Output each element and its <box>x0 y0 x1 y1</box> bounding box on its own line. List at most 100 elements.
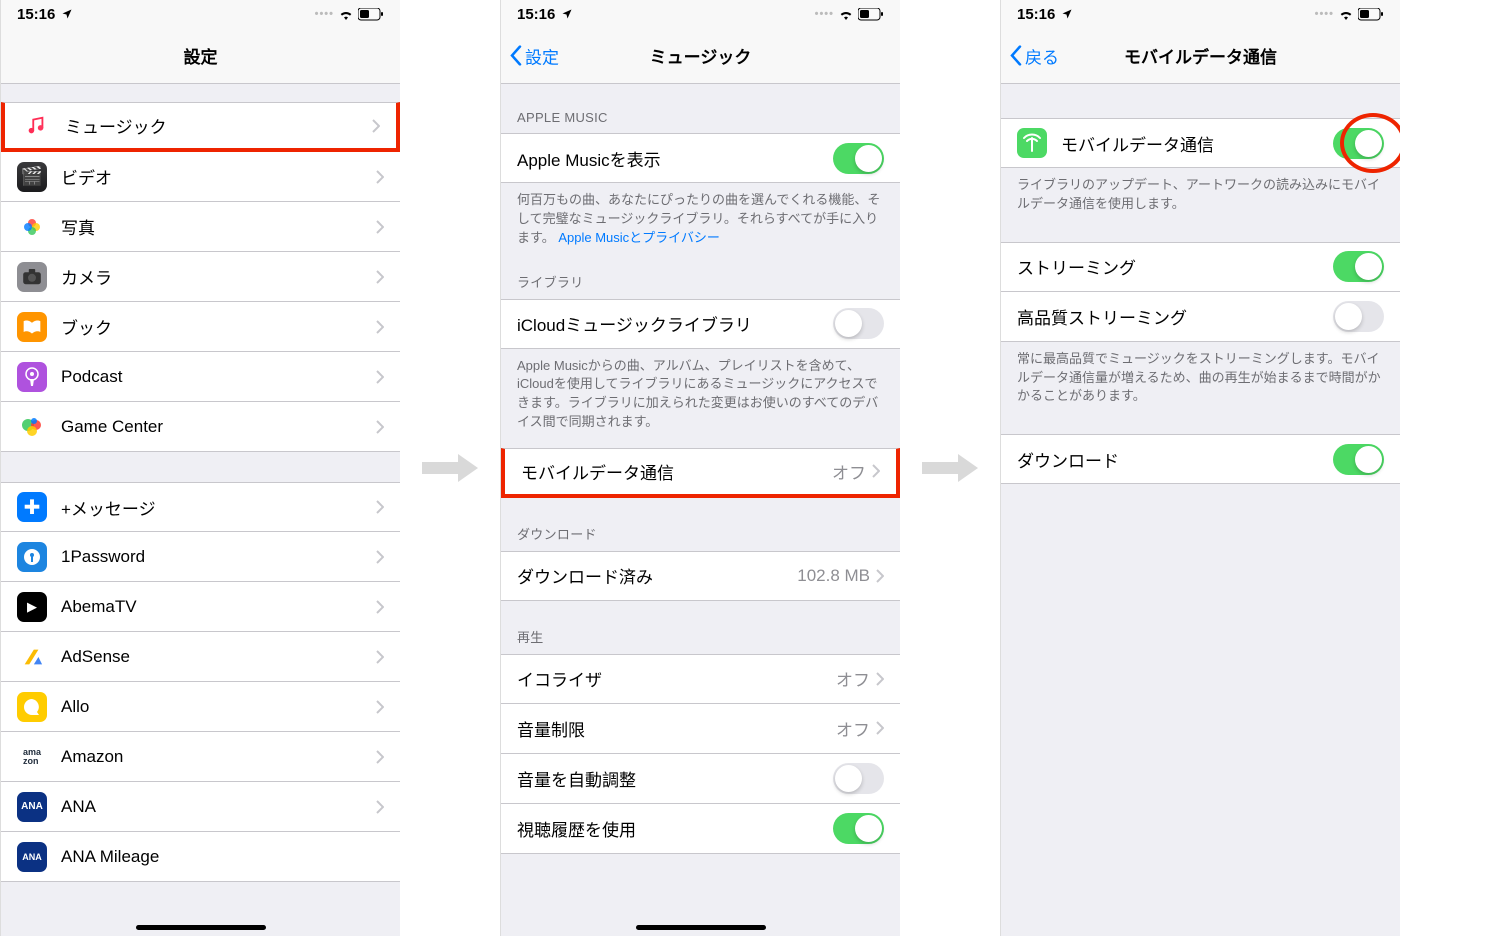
row-history[interactable]: 視聴履歴を使用 <box>501 804 900 854</box>
row-label: カメラ <box>61 264 376 289</box>
podcast-icon <box>17 362 47 392</box>
battery-icon <box>358 8 384 21</box>
chevron-right-icon <box>376 270 384 284</box>
toggle-icloud-library[interactable] <box>833 308 884 339</box>
row-show-apple-music[interactable]: Apple Musicを表示 <box>501 133 900 183</box>
row-label: ANA <box>61 797 376 817</box>
chevron-right-icon <box>876 672 884 686</box>
wifi-icon <box>838 8 854 20</box>
antenna-icon <box>1017 128 1047 158</box>
status-time: 15:16 <box>1017 6 1055 23</box>
row-ana[interactable]: ANA ANA <box>1 782 400 832</box>
footer-icloud: Apple Musicからの曲、アルバム、プレイリストを含めて、iCloudを使… <box>501 349 900 442</box>
row-download[interactable]: ダウンロード <box>1001 434 1400 484</box>
row-label: Podcast <box>61 367 376 387</box>
nav-bar: 設定 <box>1 28 400 84</box>
row-sound-check[interactable]: 音量を自動調整 <box>501 754 900 804</box>
footer-mobile-data: ライブラリのアップデート、アートワークの読み込みにモバイルデータ通信を使用します… <box>1001 168 1400 224</box>
row-label: iCloudミュージックライブラリ <box>517 311 833 336</box>
footer-hq: 常に最高品質でミュージックをストリーミングします。モバイルデータ通信量が増えるた… <box>1001 342 1400 417</box>
row-equalizer[interactable]: イコライザ オフ <box>501 654 900 704</box>
row-videos[interactable]: 🎬 ビデオ <box>1 152 400 202</box>
row-volume-limit[interactable]: 音量制限 オフ <box>501 704 900 754</box>
apple-music-privacy-link[interactable]: Apple Musicとプライバシー <box>558 230 720 245</box>
row-value: オフ <box>836 666 870 691</box>
chevron-right-icon <box>876 721 884 735</box>
toggle-mobile-data[interactable] <box>1333 128 1384 159</box>
row-camera[interactable]: カメラ <box>1 252 400 302</box>
row-value: オフ <box>832 459 866 484</box>
toggle-sound-check[interactable] <box>833 763 884 794</box>
chevron-right-icon <box>376 750 384 764</box>
row-streaming[interactable]: ストリーミング <box>1001 242 1400 292</box>
row-mobile-data[interactable]: モバイルデータ通信 オフ <box>501 448 900 498</box>
row-amazon[interactable]: amazon Amazon <box>1 732 400 782</box>
flow-arrow <box>400 0 500 936</box>
chevron-right-icon <box>376 370 384 384</box>
gamecenter-icon <box>17 412 47 442</box>
back-button[interactable]: 設定 <box>509 43 559 68</box>
status-time: 15:16 <box>17 6 55 23</box>
row-gamecenter[interactable]: Game Center <box>1 402 400 452</box>
row-label: ANA Mileage <box>61 847 384 867</box>
footer-apple-music: 何百万もの曲、あなたにぴったりの曲を選んでくれる機能、そして完璧なミュージックラ… <box>501 183 900 258</box>
page-title: モバイルデータ通信 <box>1124 43 1277 68</box>
row-1password[interactable]: 1Password <box>1 532 400 582</box>
wifi-icon <box>338 8 354 20</box>
status-bar: 15:16 •••• <box>1001 0 1400 28</box>
row-label: +メッセージ <box>61 495 376 520</box>
chevron-left-icon <box>509 46 523 66</box>
mobile-data-screen: 15:16 •••• 戻る モバイルデータ通信 モバイルデータ通信 ライブラリの… <box>1000 0 1400 936</box>
chevron-right-icon <box>376 800 384 814</box>
chevron-right-icon <box>872 464 880 478</box>
back-button[interactable]: 戻る <box>1009 43 1059 68</box>
row-books[interactable]: ブック <box>1 302 400 352</box>
row-music[interactable]: ミュージック <box>1 102 400 152</box>
row-label: イコライザ <box>517 666 836 691</box>
nav-bar: 戻る モバイルデータ通信 <box>1001 28 1400 84</box>
section-header-playback: 再生 <box>501 601 900 654</box>
chevron-right-icon <box>376 420 384 434</box>
toggle-history[interactable] <box>833 813 884 844</box>
settings-root-screen: 15:16 •••• 設定 ミュージック 🎬 ビデオ <box>0 0 400 936</box>
battery-icon <box>858 8 884 21</box>
abematv-icon: ▶ <box>17 592 47 622</box>
status-bar: 15:16 •••• <box>1 0 400 28</box>
chevron-right-icon <box>376 220 384 234</box>
row-label: モバイルデータ通信 <box>1061 131 1333 156</box>
row-allo[interactable]: Allo <box>1 682 400 732</box>
toggle-download[interactable] <box>1333 444 1384 475</box>
toggle-streaming[interactable] <box>1333 251 1384 282</box>
row-hq-streaming[interactable]: 高品質ストリーミング <box>1001 292 1400 342</box>
row-label: Game Center <box>61 417 376 437</box>
row-label: 視聴履歴を使用 <box>517 816 833 841</box>
row-downloaded[interactable]: ダウンロード済み 102.8 MB <box>501 551 900 601</box>
chevron-left-icon <box>1009 46 1023 66</box>
row-mobile-data-master[interactable]: モバイルデータ通信 <box>1001 118 1400 168</box>
videos-icon: 🎬 <box>17 162 47 192</box>
status-time: 15:16 <box>517 6 555 23</box>
ana-icon: ANA <box>17 792 47 822</box>
battery-icon <box>1358 8 1384 21</box>
row-photos[interactable]: 写真 <box>1 202 400 252</box>
row-podcast[interactable]: Podcast <box>1 352 400 402</box>
page-title: ミュージック <box>650 43 752 68</box>
chevron-right-icon <box>376 320 384 334</box>
home-indicator <box>636 925 766 930</box>
music-icon <box>21 111 51 141</box>
row-anamileage[interactable]: ANA ANA Mileage <box>1 832 400 882</box>
chevron-right-icon <box>376 650 384 664</box>
row-label: 音量制限 <box>517 716 836 741</box>
toggle-show-apple-music[interactable] <box>833 143 884 174</box>
toggle-hq-streaming[interactable] <box>1333 301 1384 332</box>
music-settings-screen: 15:16 •••• 設定 ミュージック APPLE MUSIC Apple M… <box>500 0 900 936</box>
row-plusmessage[interactable]: ✚ +メッセージ <box>1 482 400 532</box>
books-icon <box>17 312 47 342</box>
location-icon <box>1061 8 1073 20</box>
plusmessage-icon: ✚ <box>17 492 47 522</box>
row-adsense[interactable]: AdSense <box>1 632 400 682</box>
allo-icon <box>17 692 47 722</box>
row-abematv[interactable]: ▶ AbemaTV <box>1 582 400 632</box>
row-icloud-library[interactable]: iCloudミュージックライブラリ <box>501 299 900 349</box>
location-icon <box>561 8 573 20</box>
